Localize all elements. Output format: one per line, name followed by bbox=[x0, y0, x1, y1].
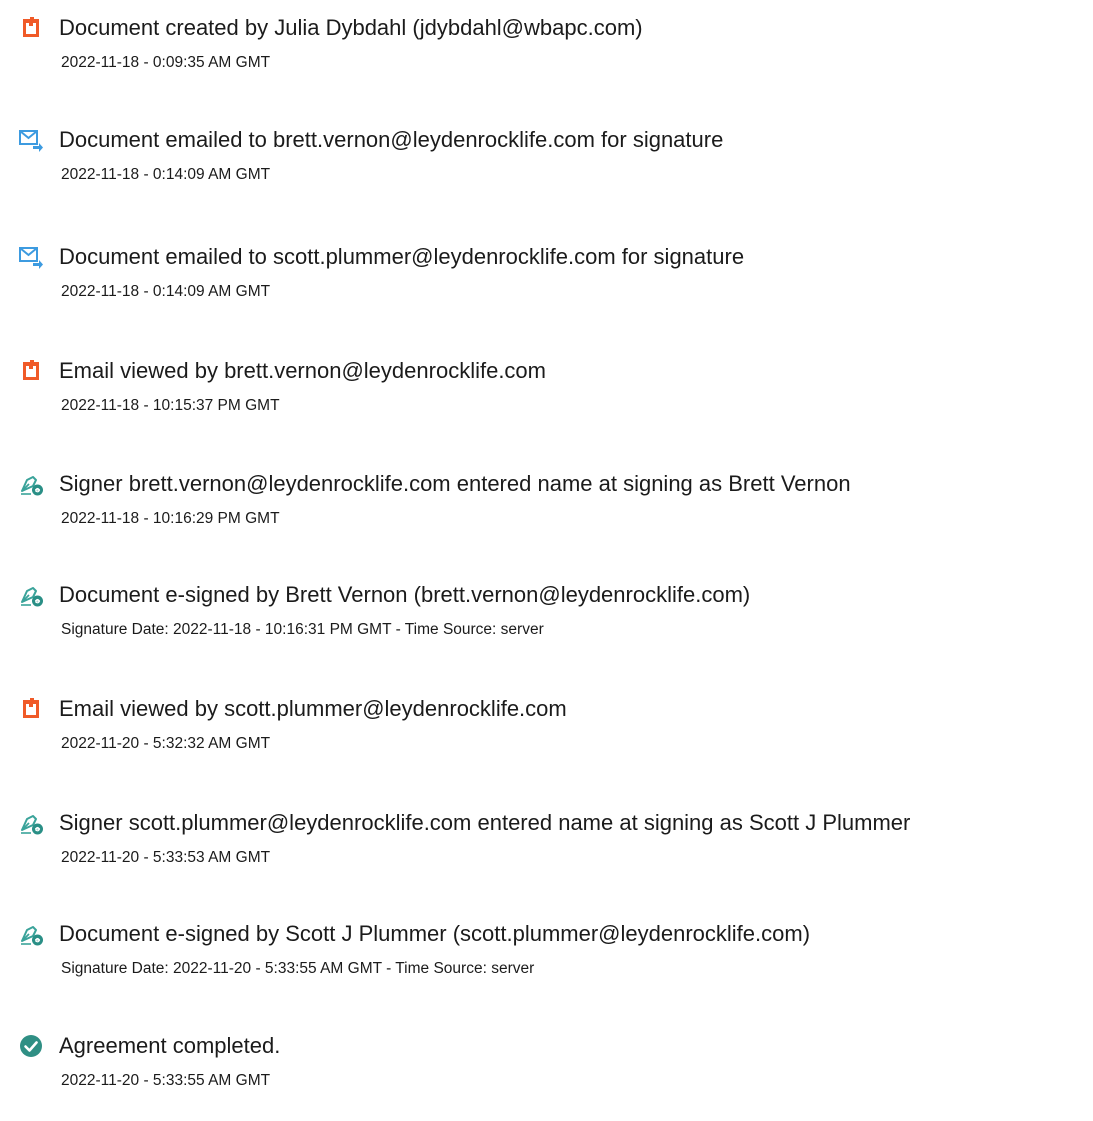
document-created-icon bbox=[18, 15, 44, 41]
event-timestamp: 2022-11-18 - 10:15:37 PM GMT bbox=[61, 397, 280, 414]
event-title: Document e-signed by Scott J Plummer (sc… bbox=[59, 921, 811, 946]
document-viewed-icon bbox=[18, 696, 44, 722]
e-sign-pen-icon bbox=[18, 810, 44, 836]
log-entry: Document e-signed by Scott J Plummer (sc… bbox=[0, 919, 1093, 1009]
e-sign-pen-icon bbox=[18, 582, 44, 608]
event-title: Email viewed by scott.plummer@leydenrock… bbox=[59, 696, 567, 721]
event-timestamp: 2022-11-18 - 0:14:09 AM GMT bbox=[61, 283, 271, 300]
event-timestamp: 2022-11-20 - 5:33:53 AM GMT bbox=[61, 849, 271, 866]
event-title: Email viewed by brett.vernon@leydenrockl… bbox=[59, 358, 546, 383]
log-entry: Document emailed to brett.vernon@leydenr… bbox=[0, 125, 1093, 215]
log-entry: Email viewed by brett.vernon@leydenrockl… bbox=[0, 356, 1093, 446]
event-title: Document emailed to scott.plummer@leyden… bbox=[59, 244, 745, 269]
event-title: Signer scott.plummer@leydenrocklife.com … bbox=[59, 810, 911, 835]
audit-log: Document created by Julia Dybdahl (jdybd… bbox=[0, 0, 1093, 1107]
event-timestamp: 2022-11-20 - 5:32:32 AM GMT bbox=[61, 735, 271, 752]
event-timestamp: Signature Date: 2022-11-18 - 10:16:31 PM… bbox=[61, 621, 544, 638]
log-entry: Document e-signed by Brett Vernon (brett… bbox=[0, 580, 1093, 670]
event-timestamp: 2022-11-18 - 0:09:35 AM GMT bbox=[61, 54, 271, 71]
event-title: Document e-signed by Brett Vernon (brett… bbox=[59, 582, 751, 607]
log-entry: Document created by Julia Dybdahl (jdybd… bbox=[0, 13, 1093, 103]
event-title: Document emailed to brett.vernon@leydenr… bbox=[59, 127, 724, 152]
email-sent-icon bbox=[18, 244, 44, 270]
event-timestamp: 2022-11-20 - 5:33:55 AM GMT bbox=[61, 1072, 271, 1089]
log-entry: Signer scott.plummer@leydenrocklife.com … bbox=[0, 808, 1093, 898]
event-title: Document created by Julia Dybdahl (jdybd… bbox=[59, 15, 643, 40]
document-viewed-icon bbox=[18, 358, 44, 384]
event-title: Agreement completed. bbox=[59, 1033, 281, 1058]
check-circle-icon bbox=[18, 1033, 44, 1059]
email-sent-icon bbox=[18, 127, 44, 153]
event-title: Signer brett.vernon@leydenrocklife.com e… bbox=[59, 471, 851, 496]
log-entry: Signer brett.vernon@leydenrocklife.com e… bbox=[0, 469, 1093, 559]
log-entry: Email viewed by scott.plummer@leydenrock… bbox=[0, 694, 1093, 784]
event-timestamp: 2022-11-18 - 0:14:09 AM GMT bbox=[61, 166, 271, 183]
event-timestamp: 2022-11-18 - 10:16:29 PM GMT bbox=[61, 510, 280, 527]
event-timestamp: Signature Date: 2022-11-20 - 5:33:55 AM … bbox=[61, 960, 535, 977]
log-entry: Agreement completed. 2022-11-20 - 5:33:5… bbox=[0, 1031, 1093, 1121]
e-sign-pen-icon bbox=[18, 471, 44, 497]
e-sign-pen-icon bbox=[18, 921, 44, 947]
log-entry: Document emailed to scott.plummer@leyden… bbox=[0, 242, 1093, 332]
